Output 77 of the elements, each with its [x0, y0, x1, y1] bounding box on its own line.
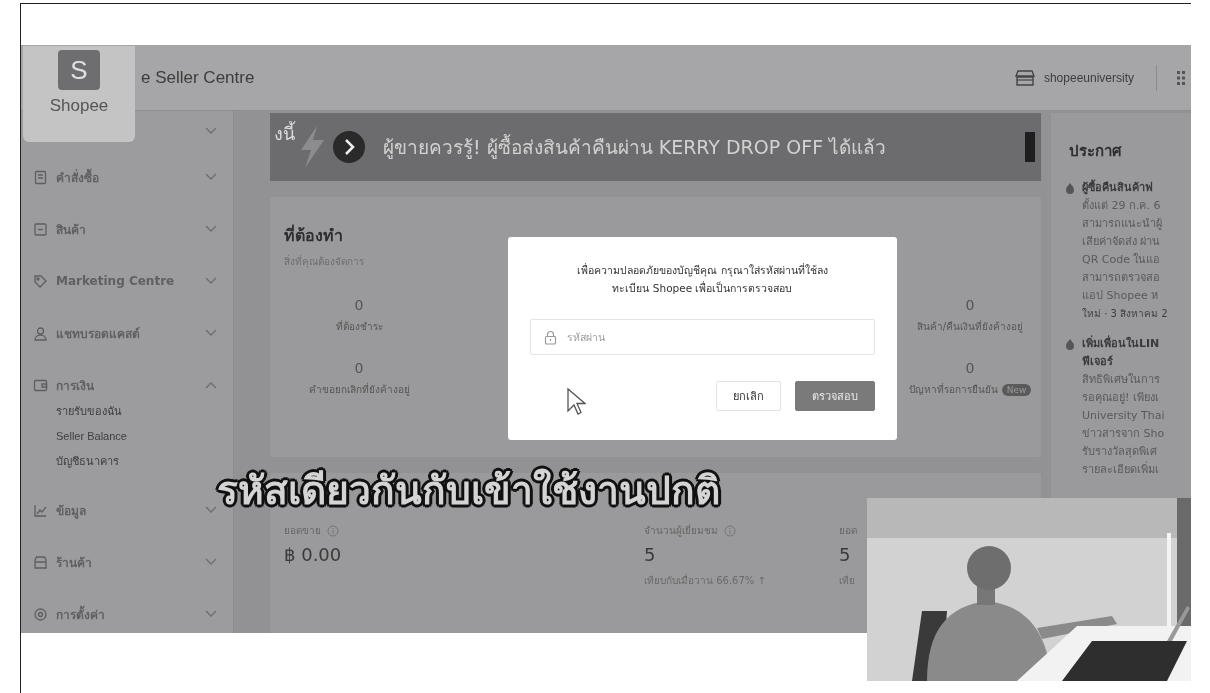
promo-banner[interactable]: งนี้ ผู้ขายควรรู้! ผู้ซื้อส่งสินค้าคืนผ่าน KERRY DROP OFF ได้แล้ว: [270, 113, 1041, 181]
app-title: e Seller Centre: [141, 67, 255, 88]
metric-value: 5: [839, 544, 852, 565]
metric-value: 5: [644, 544, 657, 565]
chevron-down-icon[interactable]: [205, 329, 217, 337]
sidebar-subitem[interactable]: รายรับของฉัน: [56, 399, 217, 424]
subtitle-caption: รหัสเดียวกันกับเข้าใช้งานปกติ: [217, 467, 720, 515]
sidebar-subitem[interactable]: บัญชีธนาคาร: [56, 449, 217, 474]
dialog-message: ทะเบียน Shopee เพื่อเป็นการตรวจสอบ: [612, 280, 793, 296]
store-icon: [33, 554, 48, 570]
chevron-up-icon[interactable]: [205, 381, 217, 389]
announcement-text: สิทธิพิเศษในการ: [1081, 372, 1161, 388]
announcement-text: ตั้งแต่ 29 ก.ค. 6: [1081, 197, 1162, 214]
logo-text: Shopee: [49, 96, 109, 116]
announcement-text: สามารถแนะนำผู้: [1081, 216, 1163, 232]
box-icon: [33, 221, 48, 237]
announcement-text: รายละเอียดเพิ่มเ: [1081, 461, 1160, 478]
cancel-button[interactable]: ยกเลิก: [716, 381, 781, 411]
apps-grid-icon[interactable]: [1177, 69, 1187, 86]
chevron-down-icon[interactable]: [205, 558, 217, 566]
sidebar-item[interactable]: สินค้า: [56, 219, 197, 239]
announcement-text: แอป Shopee ห: [1081, 288, 1160, 304]
sidebar-item[interactable]: ข้อมูล: [56, 500, 197, 520]
announcement-text: QR Code ในแอ: [1081, 252, 1162, 268]
announcement-text: รับรางวัลสุดพิเศ: [1081, 444, 1158, 460]
chevron-down-icon[interactable]: [205, 225, 217, 233]
chart-icon: [33, 502, 48, 518]
sidebar-item[interactable]: คำสั่งซื้อ: [56, 167, 197, 187]
info-icon[interactable]: [724, 524, 736, 537]
dialog-message: เพื่อความปลอดภัยของบัญชีคุณ กรุณาใส่รหัสผ่านที่ใช้ลง: [577, 262, 828, 279]
announcement-text: สามารถตรวจสอ: [1081, 270, 1161, 286]
announcement-text: University Thai: [1081, 408, 1166, 424]
wallet-icon: [33, 377, 48, 393]
stat-value: 0: [354, 360, 364, 376]
chevron-down-icon[interactable]: [205, 127, 217, 135]
stat-label[interactable]: ที่ต้องชำระ: [335, 319, 383, 334]
chevron-down-icon[interactable]: [205, 277, 217, 285]
gear-icon: [33, 606, 48, 622]
announcement-title[interactable]: เพิ่มเพื่อนในLIN: [1082, 335, 1160, 353]
banner-button[interactable]: [1025, 132, 1035, 162]
announcement-title[interactable]: ผู้ซื้อคืนสินค้าฟ: [1082, 179, 1153, 197]
announcement-title[interactable]: ฟีเจอร์: [1082, 353, 1160, 371]
announcement-date: ใหม่ · 3 สิงหาคม 2: [1081, 307, 1169, 321]
announcement-text: รอคุณอยู่! เพียงเ: [1081, 390, 1160, 406]
confirm-button[interactable]: ตรวจสอบ: [795, 381, 875, 411]
announcement-text: เสียค่าจัดส่ง ผ่าน: [1081, 234, 1162, 250]
person-icon: [33, 325, 48, 341]
stat-value: 0: [354, 297, 364, 313]
tag-icon: [33, 273, 48, 289]
sidebar-item[interactable]: แชทบรอดแคสต์: [56, 323, 197, 343]
logo-letter: S: [70, 54, 88, 86]
chevron-down-icon[interactable]: [205, 173, 217, 181]
chevron-down-icon[interactable]: [205, 610, 217, 618]
stat-value: 0: [965, 360, 975, 376]
sidebar-item[interactable]: การเงิน: [56, 375, 197, 395]
stat-label[interactable]: ปัญหาที่รอการยืนยัน: [908, 382, 998, 397]
announcement-text: ข่าวสารจาก Sho: [1081, 426, 1166, 442]
chevron-down-icon[interactable]: [205, 506, 217, 514]
stat-value: 0: [965, 297, 975, 313]
shop-icon[interactable]: [1013, 68, 1036, 87]
shop-name[interactable]: shopeeuniversity: [1043, 70, 1134, 85]
section-title: ที่ต้องทำ: [284, 223, 344, 247]
sidebar-item[interactable]: Marketing Centre: [56, 274, 197, 288]
cursor-icon: [566, 387, 586, 417]
sidebar-item[interactable]: ร้านค้า: [56, 552, 197, 572]
banner-text: งนี้: [274, 120, 295, 146]
stat-label[interactable]: สินค้า/คืนเงินที่ยังค้างอยู่: [916, 319, 1024, 334]
banner-text: ผู้ขายควรรู้! ผู้ซื้อส่งสินค้าคืนผ่าน KERRY DROP OFF ได้แล้ว: [383, 133, 887, 161]
clipboard-icon: [33, 169, 48, 185]
info-icon[interactable]: [327, 524, 339, 537]
metric-value: ฿ 0.00: [284, 544, 343, 565]
sidebar-item[interactable]: การตั้งค่า: [56, 604, 197, 624]
sidebar-subitem[interactable]: Seller Balance: [56, 424, 217, 449]
new-badge: New: [1001, 383, 1032, 396]
stat-label[interactable]: คำขอยกเลิกที่ยังค้างอยู่: [308, 382, 410, 397]
panel-title: ประกาศ: [1069, 141, 1123, 162]
password-field[interactable]: รหัสผ่าน: [530, 319, 875, 355]
